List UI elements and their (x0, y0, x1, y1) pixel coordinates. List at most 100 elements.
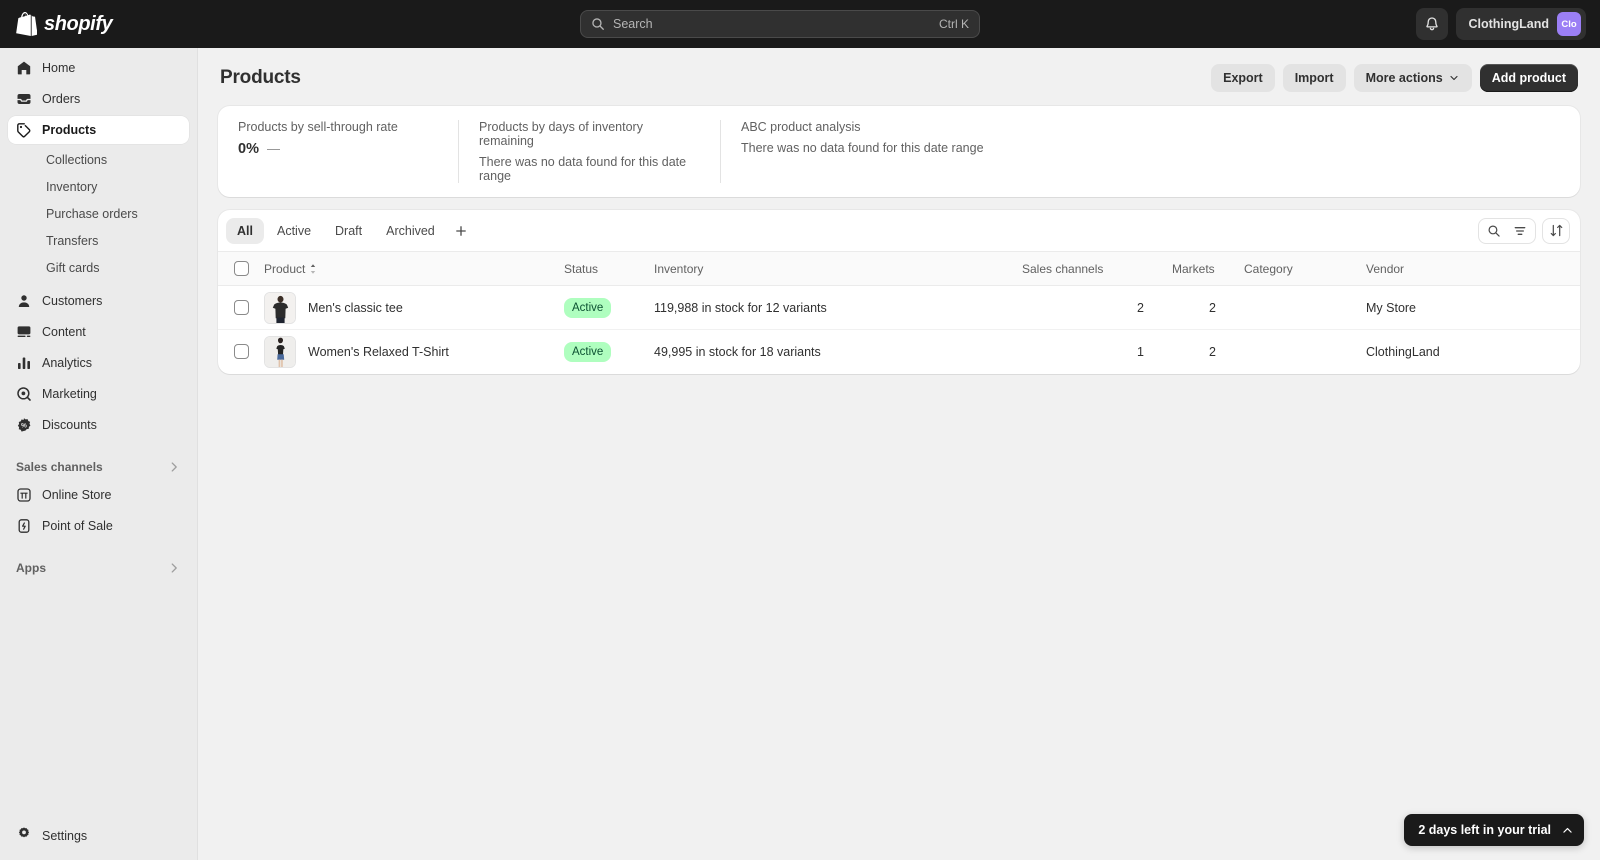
column-inventory: Inventory (654, 252, 1022, 286)
search-filter-group (1478, 218, 1536, 244)
sidebar-item-purchase-orders[interactable]: Purchase orders (8, 201, 189, 227)
view-tabs: All Active Draft Archived (226, 217, 1478, 244)
tab-active[interactable]: Active (266, 218, 322, 244)
womens-tshirt-thumbnail (264, 335, 296, 368)
sidebar-item-customers[interactable]: Customers (8, 287, 189, 315)
sidebar-item-label: Point of Sale (42, 519, 113, 533)
store-switcher[interactable]: ClothingLand Clo (1456, 8, 1586, 40)
sidebar-item-analytics[interactable]: Analytics (8, 349, 189, 377)
tab-archived[interactable]: Archived (375, 218, 446, 244)
chevron-right-icon (171, 563, 177, 573)
metric-number: 0% (238, 141, 259, 157)
product-name[interactable]: Women's Relaxed T-Shirt (308, 345, 449, 359)
column-status: Status (564, 252, 654, 286)
row-vendor-cell: ClothingLand (1366, 344, 1440, 359)
more-actions-button[interactable]: More actions (1353, 64, 1472, 92)
page-header: Products Export Import More actions Add … (198, 48, 1600, 102)
metric-label: Products by days of inventory remaining (479, 120, 643, 148)
column-markets: Markets (1172, 252, 1244, 286)
sidebar-item-collections[interactable]: Collections (8, 147, 189, 173)
metric-delta: — (266, 141, 280, 156)
add-view-button[interactable] (448, 218, 474, 244)
select-all-header (218, 252, 264, 286)
sidebar-item-online-store[interactable]: Online Store (8, 481, 189, 509)
sidebar-item-label: Products (42, 123, 97, 137)
sort-caret-icon (311, 263, 316, 274)
sidebar-item-label: Marketing (42, 387, 97, 401)
gear-icon (16, 826, 32, 847)
home-icon (16, 60, 32, 76)
table-sort-button[interactable] (1542, 218, 1570, 244)
status-badge: Active (564, 341, 612, 362)
products-table: Product Status Inventory Sales channels … (218, 252, 1580, 374)
plus-icon (455, 225, 466, 236)
tabs-bar: All Active Draft Archived (218, 210, 1580, 252)
point-of-sale-icon (16, 518, 32, 534)
shopify-wordmark: shopify (44, 12, 113, 35)
notifications-button[interactable] (1416, 8, 1449, 40)
search-icon (592, 18, 604, 30)
orders-icon (16, 91, 32, 107)
sidebar-item-content[interactable]: Content (8, 318, 189, 346)
sort-icon (1550, 224, 1562, 237)
table-row[interactable]: Men's classic tee Active 119,988 in stoc… (218, 285, 1580, 330)
row-sales-channels-cell: 2 (1022, 285, 1172, 330)
page-title: Products (220, 67, 301, 88)
row-product-cell: Women's Relaxed T-Shirt (264, 330, 564, 374)
sidebar-item-label: Discounts (42, 418, 97, 432)
import-button[interactable]: Import (1282, 64, 1346, 92)
sidebar-item-point-of-sale[interactable]: Point of Sale (8, 512, 189, 540)
sidebar-section-label: Sales channels (16, 460, 103, 474)
row-markets-cell: 2 (1172, 285, 1244, 330)
search-placeholder: Search (613, 17, 653, 31)
row-select-cell (218, 330, 264, 374)
top-bar: shopify Search Ctrl K ClothingLand Clo (0, 0, 1600, 48)
export-button[interactable]: Export (1211, 64, 1275, 92)
trial-banner[interactable]: 2 days left in your trial (1404, 814, 1584, 846)
sidebar-item-discounts[interactable]: % Discounts (8, 411, 189, 439)
row-checkbox[interactable] (234, 344, 249, 360)
sidebar-item-home[interactable]: Home (8, 54, 189, 82)
sidebar-item-inventory[interactable]: Inventory (8, 174, 189, 200)
filter-icon (1514, 226, 1526, 235)
sidebar: Home Orders Products Collections Invento… (0, 48, 198, 860)
sidebar-section-apps[interactable]: Apps (8, 554, 189, 582)
product-cell-content: Women's Relaxed T-Shirt (264, 335, 564, 368)
metric-sell-through-rate[interactable]: Products by sell-through rate 0% — (218, 120, 458, 183)
sidebar-item-gift-cards[interactable]: Gift cards (8, 255, 189, 281)
select-all-checkbox[interactable] (234, 261, 249, 276)
content-icon (16, 324, 32, 340)
product-name[interactable]: Men's classic tee (308, 301, 403, 315)
store-name: ClothingLand (1468, 17, 1549, 31)
product-sort-control[interactable]: Product (264, 262, 318, 276)
avatar: Clo (1557, 12, 1581, 36)
sidebar-item-transfers[interactable]: Transfers (8, 228, 189, 254)
metric-empty-message: There was no data found for this date ra… (479, 155, 687, 183)
metric-abc-analysis[interactable]: ABC product analysis There was no data f… (720, 120, 1004, 183)
metric-days-of-inventory[interactable]: Products by days of inventory remaining … (458, 120, 720, 183)
sidebar-item-label: Gift cards (46, 261, 100, 275)
column-category: Category (1244, 252, 1366, 286)
sidebar-item-label: Collections (46, 153, 108, 167)
table-search-button[interactable] (1482, 220, 1506, 242)
row-markets-cell: 2 (1209, 344, 1216, 359)
svg-text:%: % (21, 422, 27, 429)
column-label: Product (264, 261, 306, 276)
add-product-button[interactable]: Add product (1479, 64, 1578, 92)
row-inventory-cell: 49,995 in stock for 18 variants (654, 344, 821, 359)
row-checkbox[interactable] (234, 300, 249, 315)
sidebar-item-label: Analytics (42, 356, 93, 370)
sidebar-item-products[interactable]: Products (8, 116, 189, 144)
sidebar-item-marketing[interactable]: Marketing (8, 380, 189, 408)
column-vendor: Vendor (1366, 252, 1580, 286)
search-input[interactable]: Search Ctrl K (580, 10, 980, 38)
shopify-logo[interactable]: shopify (16, 12, 113, 36)
table-row[interactable]: Women's Relaxed T-Shirt Active 49,995 in… (218, 330, 1580, 374)
tab-draft[interactable]: Draft (324, 218, 373, 244)
tab-all[interactable]: All (226, 217, 264, 244)
sidebar-item-settings[interactable]: Settings (8, 822, 189, 850)
sidebar-section-sales-channels[interactable]: Sales channels (8, 453, 189, 481)
sidebar-item-label: Settings (42, 829, 88, 843)
table-filter-button[interactable] (1508, 220, 1532, 242)
sidebar-item-orders[interactable]: Orders (8, 85, 189, 113)
